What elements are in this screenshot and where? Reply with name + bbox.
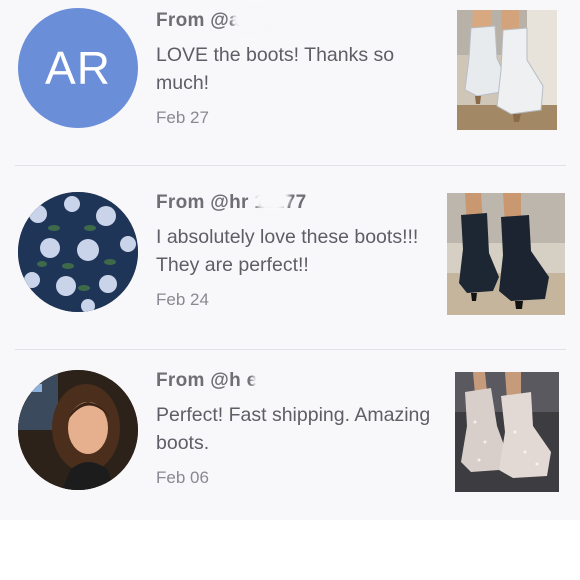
review-item[interactable]: AR From @a 9 LOVE the boots! Thanks so m…	[0, 0, 580, 168]
reviews-feed: AR From @a 9 LOVE the boots! Thanks so m…	[0, 0, 580, 520]
product-thumbnail[interactable]	[447, 193, 565, 315]
avatar[interactable]	[18, 192, 138, 312]
black-boots-image	[447, 193, 565, 315]
avatar[interactable]	[18, 370, 138, 490]
reviewer-username[interactable]: From @hr 11177	[156, 192, 436, 216]
review-item[interactable]: From @hr 11177 I absolutely love these b…	[0, 180, 580, 348]
divider	[15, 349, 566, 350]
white-boots-image	[457, 10, 557, 130]
reviewer-username[interactable]: From @a 9	[156, 10, 436, 34]
avatar-initials: AR	[45, 42, 111, 94]
review-text: From @hr 11177 I absolutely love these b…	[156, 192, 436, 310]
review-date: Feb 24	[156, 290, 209, 309]
divider	[15, 165, 566, 166]
review-message: Perfect! Fast shipping. Amazing boots.	[156, 404, 431, 454]
silver-boots-image	[455, 372, 559, 492]
review-date: Feb 27	[156, 108, 209, 127]
product-thumbnail[interactable]	[457, 10, 557, 130]
review-message: I absolutely love these boots!!! They ar…	[156, 226, 419, 276]
review-date: Feb 06	[156, 468, 209, 487]
avatar[interactable]: AR	[18, 8, 138, 128]
reviewer-username[interactable]: From @h er	[156, 370, 436, 394]
review-item[interactable]: From @h er Perfect! Fast shipping. Amazi…	[0, 352, 580, 520]
profile-photo-avatar	[18, 370, 138, 490]
review-message: LOVE the boots! Thanks so much!	[156, 44, 395, 94]
floral-avatar-image	[18, 192, 138, 312]
review-text: From @a 9 LOVE the boots! Thanks so much…	[156, 10, 436, 128]
product-thumbnail[interactable]	[455, 372, 559, 492]
redaction-blur	[254, 186, 290, 212]
redaction-blur	[252, 368, 296, 394]
redaction-blur	[232, 8, 268, 32]
review-text: From @h er Perfect! Fast shipping. Amazi…	[156, 370, 436, 488]
